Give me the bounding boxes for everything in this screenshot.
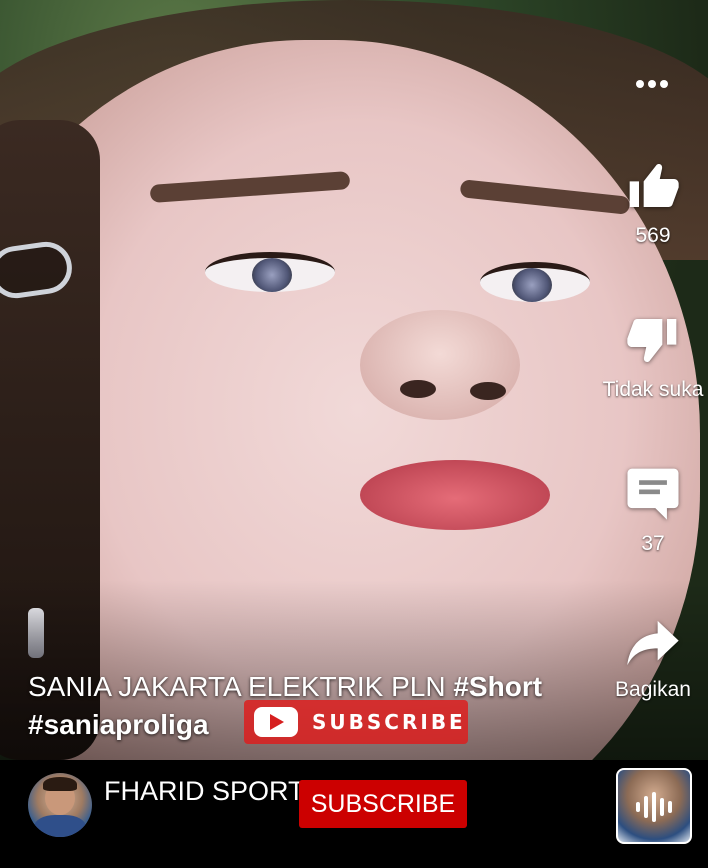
share-label: Bagikan bbox=[615, 678, 691, 701]
share-arrow-icon bbox=[627, 620, 679, 666]
video-caption[interactable]: SANIA JAKARTA ELEKTRIK PLN #Short #sania… bbox=[28, 668, 588, 744]
caption-hashtag-saniaproliga[interactable]: #saniaproliga bbox=[28, 709, 209, 740]
comment-icon bbox=[627, 468, 679, 520]
avatar-hair bbox=[43, 777, 77, 791]
like-count: 569 bbox=[635, 224, 671, 247]
sound-thumbnail[interactable] bbox=[616, 768, 692, 844]
comment-count: 37 bbox=[641, 532, 665, 555]
audio-wave-icon bbox=[636, 792, 672, 822]
thumbs-up-icon bbox=[629, 163, 679, 207]
channel-name[interactable]: FHARID SPORT bbox=[104, 776, 305, 807]
share-button[interactable]: Bagikan bbox=[598, 618, 708, 702]
dislike-button[interactable]: Tidak suka bbox=[598, 312, 708, 402]
video-lips bbox=[360, 460, 550, 530]
video-nose bbox=[360, 310, 520, 420]
dislike-label: Tidak suka bbox=[602, 378, 704, 401]
video-iris-left bbox=[252, 258, 292, 292]
video-iris-right bbox=[512, 268, 552, 302]
thumbs-down-icon bbox=[627, 319, 677, 363]
caption-hashtag-short[interactable]: #Short bbox=[453, 671, 542, 702]
like-button[interactable]: 569 bbox=[598, 158, 708, 248]
video-nostril-right bbox=[470, 382, 506, 400]
action-column: 569 Tidak suka 37 Bagikan bbox=[598, 0, 708, 760]
caption-title: SANIA JAKARTA ELEKTRIK PLN bbox=[28, 671, 454, 702]
channel-avatar[interactable] bbox=[28, 773, 92, 837]
shorts-player: SUBSCRIBE SANIA JAKARTA ELEKTRIK PLN #Sh… bbox=[0, 0, 708, 868]
subscribe-button[interactable]: SUBSCRIBE bbox=[299, 780, 467, 828]
comments-button[interactable]: 37 bbox=[598, 464, 708, 556]
avatar-body bbox=[34, 815, 86, 837]
video-nostril-left bbox=[400, 380, 436, 398]
